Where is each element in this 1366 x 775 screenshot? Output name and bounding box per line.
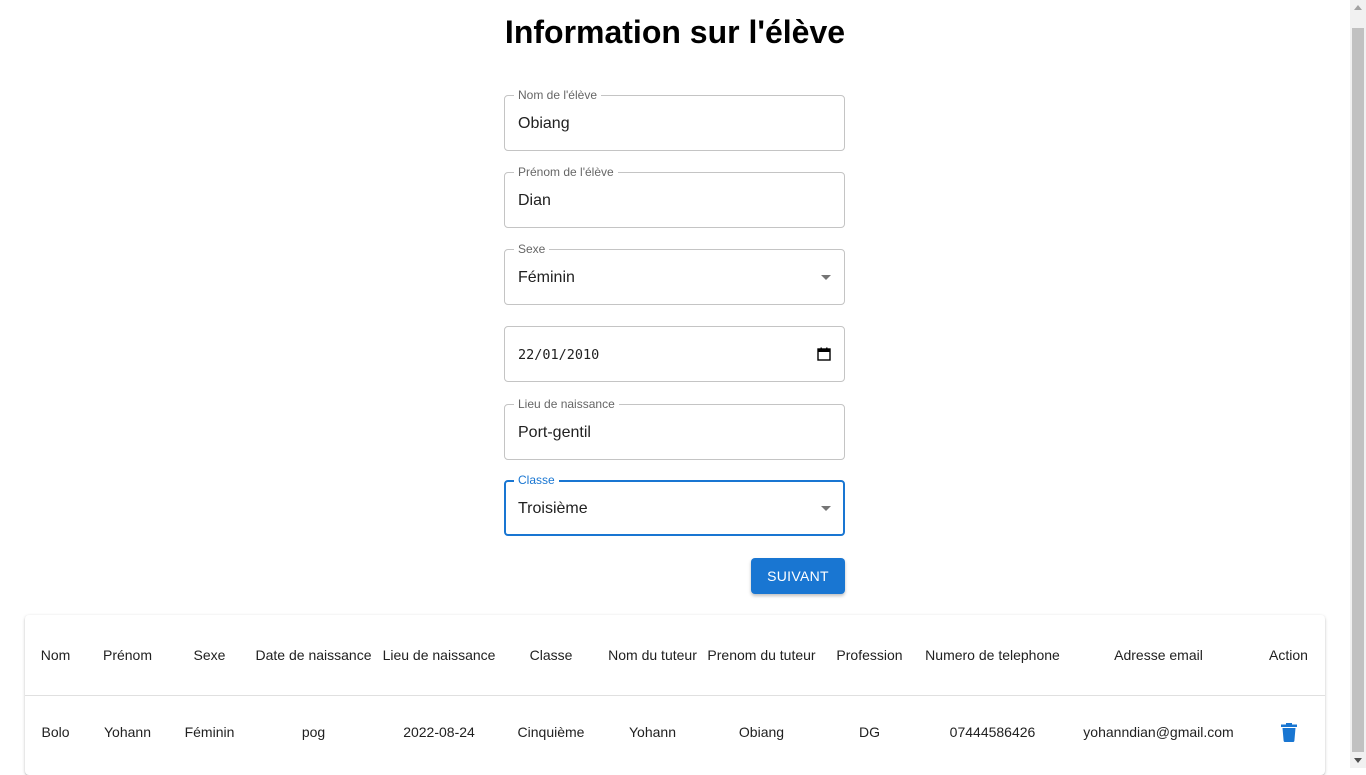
cell-nom-tuteur: Yohann bbox=[629, 724, 676, 740]
cell-classe: Cinquième bbox=[517, 724, 585, 740]
calendar-icon[interactable] bbox=[817, 347, 831, 361]
date-naissance-value[interactable]: 22/01/2010 bbox=[518, 346, 599, 365]
table-header-row: Nom Prénom Sexe Date de naissance Lieu d… bbox=[25, 615, 1325, 696]
cell-prenom: Yohann bbox=[104, 724, 151, 740]
lieu-label: Lieu de naissance bbox=[514, 397, 619, 411]
classe-label: Classe bbox=[514, 473, 559, 487]
classe-select[interactable]: Classe Troisième bbox=[504, 473, 845, 536]
suivant-button[interactable]: SUIVANT bbox=[751, 558, 845, 594]
classe-value[interactable]: Troisième bbox=[518, 499, 588, 518]
table-row: Bolo Yohann Féminin pog 2022-08-24 Cinqu… bbox=[25, 696, 1325, 769]
nom-label: Nom de l'élève bbox=[514, 88, 601, 102]
sexe-value[interactable]: Féminin bbox=[518, 268, 575, 287]
lieu-value[interactable]: Port-gentil bbox=[518, 423, 591, 442]
cell-date-naissance: pog bbox=[301, 724, 326, 740]
header-action: Action bbox=[1252, 615, 1325, 696]
cell-telephone: 07444586426 bbox=[949, 724, 1036, 740]
header-date-naissance: Date de naissance bbox=[250, 615, 377, 696]
dropdown-arrow-icon[interactable] bbox=[821, 275, 831, 280]
sexe-label: Sexe bbox=[514, 242, 550, 256]
header-nom: Nom bbox=[25, 615, 86, 696]
cell-prenom-tuteur: Obiang bbox=[738, 724, 785, 740]
nom-field[interactable]: Nom de l'élève Obiang bbox=[504, 88, 845, 151]
cell-profession: DG bbox=[859, 724, 880, 740]
prenom-label: Prénom de l'élève bbox=[514, 165, 618, 179]
scroll-down-arrow-icon[interactable] bbox=[1354, 758, 1362, 763]
page: Information sur l'élève Nom de l'élève O… bbox=[0, 0, 1350, 775]
scroll-up-arrow-icon[interactable] bbox=[1354, 5, 1362, 10]
header-prenom: Prénom bbox=[86, 615, 169, 696]
header-classe: Classe bbox=[501, 615, 601, 696]
header-nom-tuteur: Nom du tuteur bbox=[601, 615, 704, 696]
date-naissance-field[interactable]: 22/01/2010 bbox=[504, 326, 845, 382]
header-email: Adresse email bbox=[1065, 615, 1252, 696]
sexe-select[interactable]: Sexe Féminin bbox=[504, 242, 845, 305]
page-title: Information sur l'élève bbox=[504, 14, 846, 50]
lieu-naissance-field[interactable]: Lieu de naissance Port-gentil bbox=[504, 397, 845, 460]
header-sexe: Sexe bbox=[169, 615, 250, 696]
page-scrollbar[interactable] bbox=[1350, 0, 1366, 768]
prenom-field[interactable]: Prénom de l'élève Dian bbox=[504, 165, 845, 228]
cell-lieu-naissance: 2022-08-24 bbox=[403, 724, 475, 740]
scrollbar-thumb[interactable] bbox=[1352, 28, 1364, 752]
header-telephone: Numero de telephone bbox=[920, 615, 1065, 696]
prenom-value[interactable]: Dian bbox=[518, 191, 551, 210]
header-prenom-tuteur: Prenom du tuteur bbox=[704, 615, 819, 696]
nom-value[interactable]: Obiang bbox=[518, 114, 570, 133]
students-table: Nom Prénom Sexe Date de naissance Lieu d… bbox=[25, 615, 1325, 775]
trash-icon[interactable] bbox=[1280, 722, 1297, 742]
cell-nom: Bolo bbox=[41, 724, 70, 740]
cell-email: yohanndian@gmail.com bbox=[1083, 724, 1234, 740]
header-lieu-naissance: Lieu de naissance bbox=[377, 615, 501, 696]
cell-action bbox=[1252, 696, 1325, 769]
cell-sexe: Féminin bbox=[184, 724, 235, 740]
header-profession: Profession bbox=[819, 615, 920, 696]
dropdown-arrow-icon[interactable] bbox=[821, 506, 831, 511]
